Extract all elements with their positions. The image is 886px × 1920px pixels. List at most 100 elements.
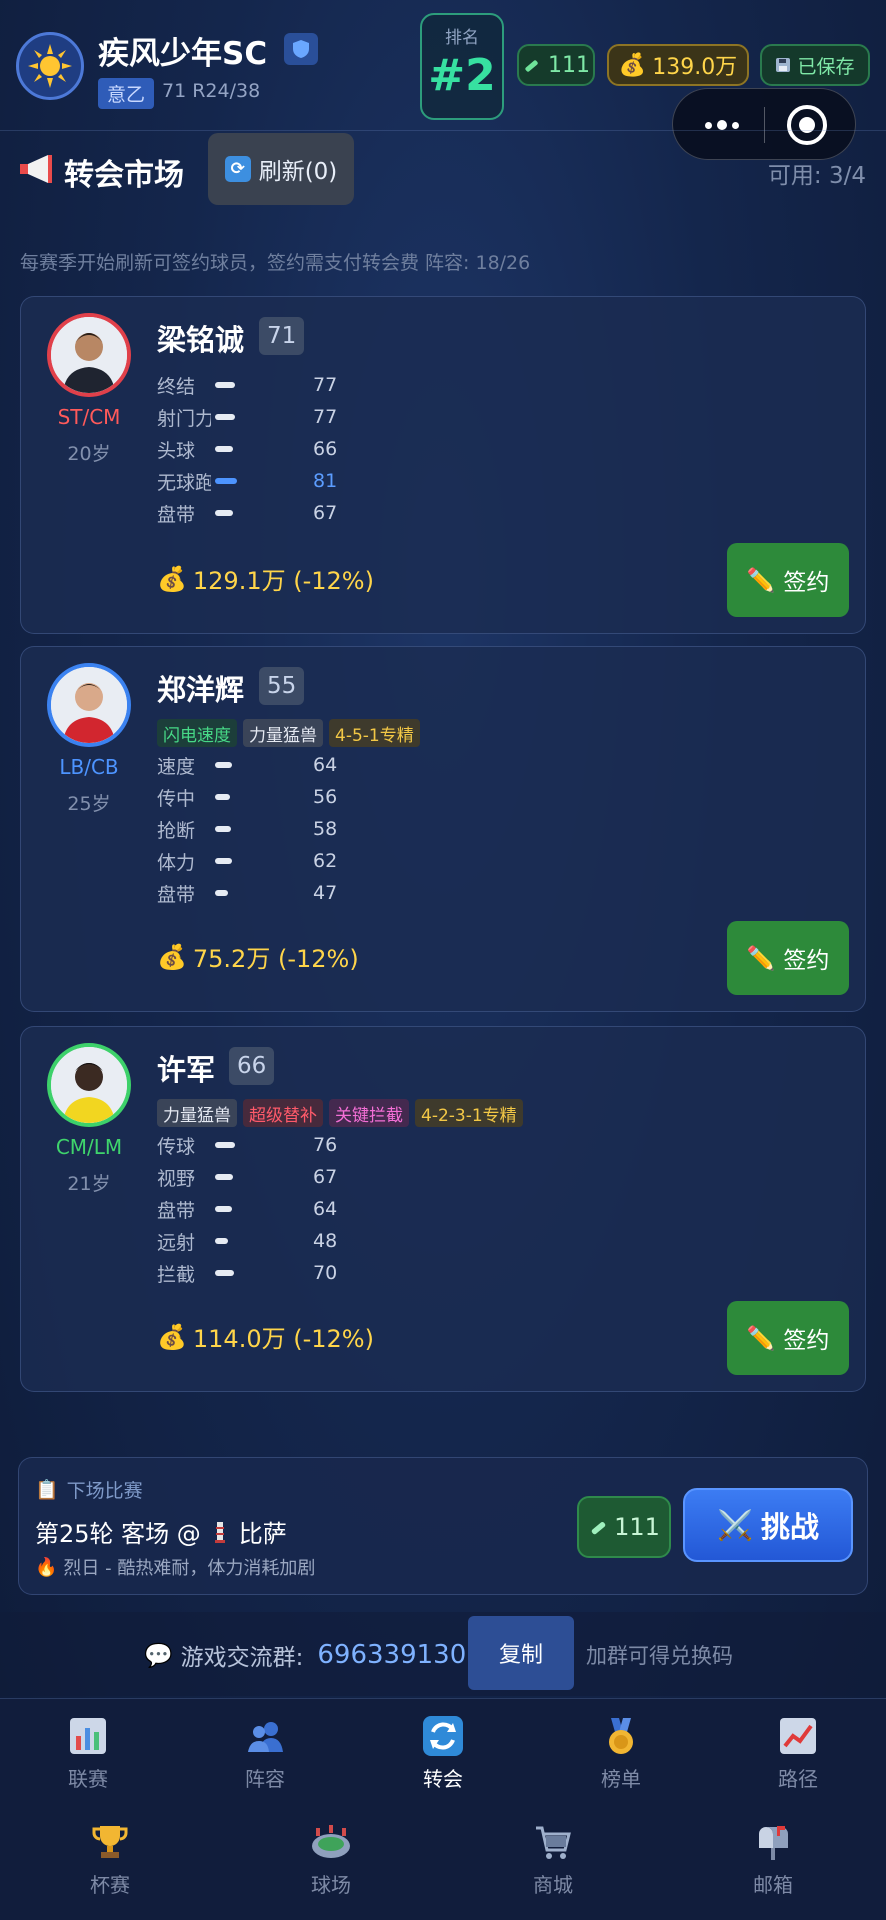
nav-item-stadium[interactable]: 球场 [271,1821,391,1898]
player-position: LB/CB [59,755,119,779]
stat-bar [215,826,295,832]
stat-row: 体力 62 [157,850,338,874]
team-name: 疾风少年SC [98,36,268,72]
player-avatar [47,313,131,397]
team-logo[interactable] [16,32,84,100]
trait-tag: 关键拦截 [329,1099,409,1127]
player-age: 20岁 [67,443,111,465]
cart-icon [532,1821,574,1863]
saved-pill[interactable]: 已保存 [760,44,870,86]
next-match-fixture: 第25轮 客场 @ 比萨 [35,1514,287,1549]
available-slots: 可用: 3/4 [767,163,866,189]
sign-button[interactable]: ✏️ 签约 [727,543,849,617]
nav-item-cup[interactable]: 杯赛 [50,1821,170,1898]
trait-tag: 4-5-1专精 [329,719,420,747]
refresh-button[interactable]: ⟳ 刷新(0) [208,133,354,205]
clipboard-icon: 📋 [35,1479,59,1501]
syringe-icon [591,1521,606,1535]
player-card: ST/CM 20岁 梁铭诚 71 终结77 射门力量77 头球66 无球跑动81… [20,296,866,634]
nav-item-transfer[interactable]: 转会 [383,1715,503,1792]
stat-row: 头球 66 [157,438,338,462]
challenge-button[interactable]: ⚔️ 挑战 [683,1488,853,1562]
stat-row: 射门力量77 [157,406,338,430]
league-chip: 意乙 [98,78,155,109]
trophy-icon [89,1821,131,1863]
stat-bar [215,478,295,484]
coins-value: 139.0万 [652,55,738,80]
mailbox-icon [752,1821,794,1863]
next-match-panel: 📋 下场比赛 第25轮 客场 @ 比萨 🔥 烈日 - 酷热难耐，体力消耗加剧 1… [18,1457,868,1595]
stat-bar [215,1238,295,1244]
nav-item-shop[interactable]: 商城 [493,1821,613,1898]
nav-item-mailbox[interactable]: 邮箱 [713,1821,833,1898]
stat-bar [215,890,295,896]
match-energy-pill[interactable]: 111 [577,1496,671,1558]
copy-button[interactable]: 复制 [468,1616,574,1690]
nav-item-league[interactable]: 联赛 [28,1715,148,1792]
stat-row: 盘带 64 [157,1198,338,1222]
more-dots-icon[interactable] [697,111,747,139]
pencil-icon: ✏️ [746,945,776,972]
refresh-icon: ⟳ [224,156,251,182]
stat-bar [215,794,295,800]
syringe-icon [525,60,538,72]
player-stats: 传球 76 视野 67 盘带 64 远射 48 拦截 70 [157,1129,353,1289]
stat-row: 盘带 67 [157,502,338,526]
player-name: 许军 [157,1053,216,1087]
player-tags: 闪电速度 力量猛兽 4-5-1专精 [157,719,420,747]
money-bag-icon: 💰 [618,52,647,78]
stat-bar [215,414,295,420]
team-meta: 71 R24/38 [162,80,261,102]
stat-row: 远射 48 [157,1230,338,1254]
market-title: 转会市场 [64,158,184,193]
weather-info: 🔥 烈日 - 酷热难耐，体力消耗加剧 [35,1556,316,1580]
speech-bubble-icon: 💬 [144,1642,173,1669]
bottom-nav: 联赛 阵容 转会 榜单 路径 杯赛 球场 商城 邮箱 [0,1698,886,1920]
stat-bar [215,1206,295,1212]
trait-tag: 超级替补 [243,1099,323,1127]
player-price: 💰 129.1万 (-12%) [157,564,374,596]
player-price: 💰 114.0万 (-12%) [157,1322,374,1354]
stat-row: 传球 76 [157,1134,338,1158]
header-divider [0,130,886,131]
group-number: 696339130 [317,1640,467,1670]
nav-item-ranking[interactable]: 榜单 [561,1715,681,1792]
sign-button[interactable]: ✏️ 签约 [727,921,849,995]
capsule-divider [764,107,765,143]
stat-bar [215,446,295,452]
trait-tag: 4-2-3-1专精 [415,1099,523,1127]
energy-pill[interactable]: 111 [517,44,595,86]
community-label: 💬 游戏交流群: 696339130 [144,1640,467,1671]
rank-box[interactable]: 排名 #2 [420,13,504,120]
player-rating: 66 [229,1047,275,1085]
player-rating: 55 [259,667,305,705]
player-rating: 71 [259,317,305,355]
trend-icon [777,1715,819,1757]
player-card: CM/LM 21岁 许军 66 力量猛兽 超级替补 关键拦截 4-2-3-1专精… [20,1026,866,1392]
player-name: 梁铭诚 [157,323,245,357]
stat-bar [215,382,295,388]
player-stats: 终结77 射门力量77 头球66 无球跑动81 盘带67 [157,369,353,529]
stat-row: 终结 77 [157,374,338,398]
sun-icon [28,44,72,88]
coins-pill[interactable]: 💰 139.0万 [607,44,749,86]
stat-row: 传中 56 [157,786,338,810]
nav-item-path[interactable]: 路径 [738,1715,858,1792]
pencil-icon: ✏️ [746,567,776,594]
player-card: LB/CB 25岁 郑洋辉 55 闪电速度 力量猛兽 4-5-1专精 速度 64 … [20,646,866,1012]
opponent-name: 比萨 [238,1520,287,1548]
saved-label: 已保存 [797,55,855,78]
player-avatar [47,663,131,747]
market-note: 每赛季开始刷新可签约球员，签约需支付转会费 阵容: 18/26 [20,252,531,274]
pencil-icon: ✏️ [746,1325,776,1352]
stat-bar [215,858,295,864]
squad-icon [244,1715,286,1757]
player-position: ST/CM [57,405,121,429]
player-stats: 速度 64 传中 56 抢断 58 体力 62 盘带 47 [157,749,353,909]
sign-button[interactable]: ✏️ 签约 [727,1301,849,1375]
megaphone-icon [20,155,52,183]
close-target-icon[interactable] [787,105,827,145]
nav-item-squad[interactable]: 阵容 [205,1715,325,1792]
next-match-heading: 📋 下场比赛 [35,1479,143,1502]
stat-row: 无球跑动81 [157,470,338,494]
